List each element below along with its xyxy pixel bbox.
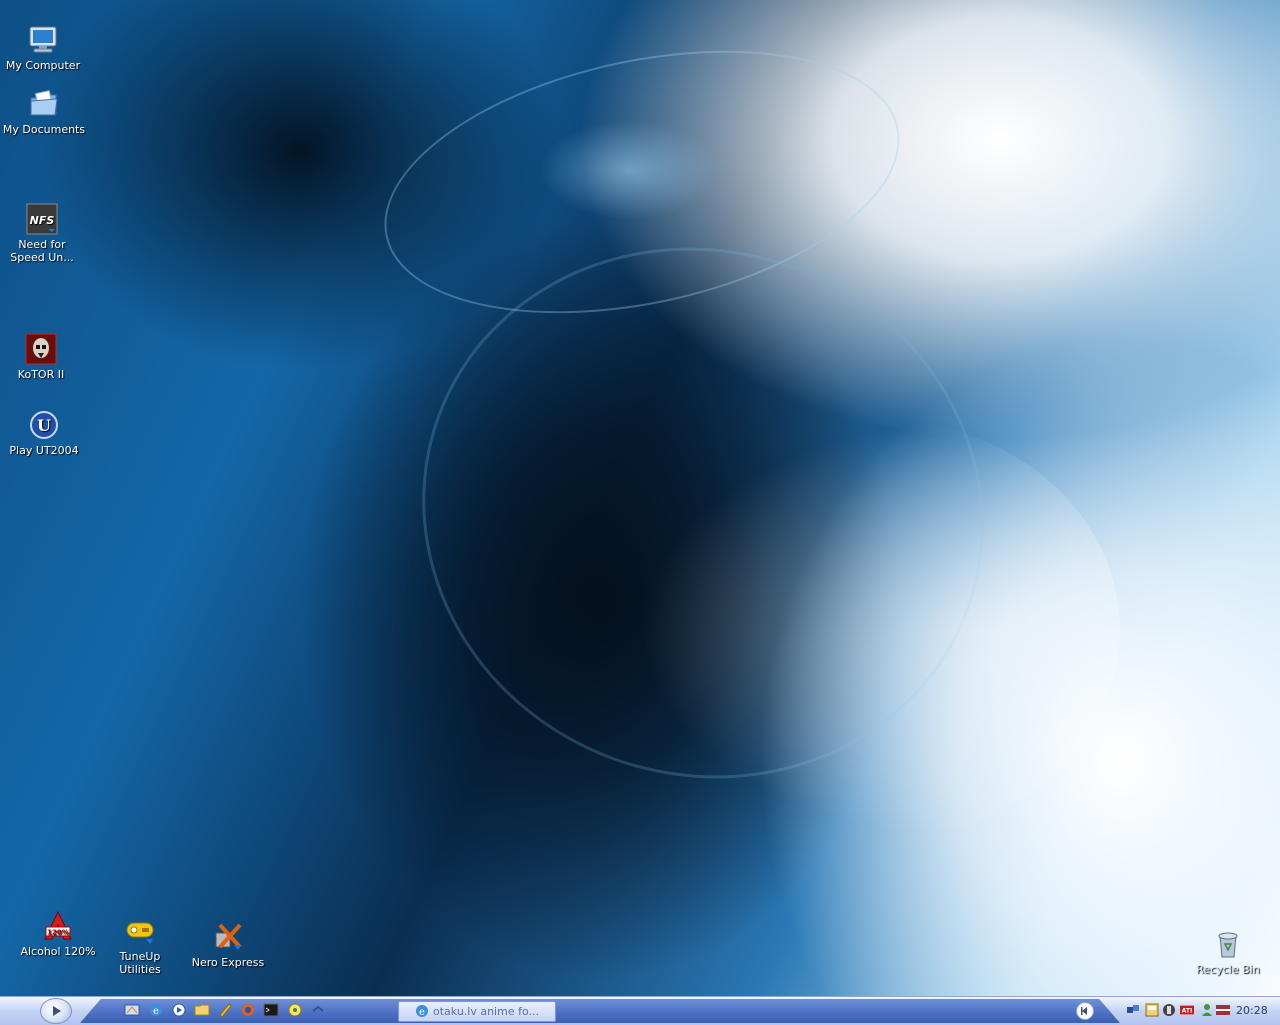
- desktop-icon-my-computer[interactable]: My Computer: [1, 24, 85, 72]
- icon-label: Play UT2004: [9, 444, 79, 457]
- taskbar-window-button[interactable]: e otaku.lv anime fo...: [398, 1001, 556, 1022]
- ati-icon[interactable]: ATI: [1180, 1003, 1194, 1017]
- wallpaper-swirl: [540, 120, 720, 220]
- desktop-icon-play-ut2004[interactable]: U Play UT2004: [2, 409, 86, 457]
- latvian-flag-icon[interactable]: [1216, 1003, 1230, 1017]
- taskbar-band: [80, 999, 1120, 1023]
- icon-label: Alcohol 120%: [20, 945, 96, 958]
- desktop-icon-nero-express[interactable]: Nero Express: [186, 921, 270, 969]
- alcohol-120-icon: 120%: [44, 910, 72, 940]
- folder-icon[interactable]: [194, 1002, 210, 1018]
- hardware-icon[interactable]: [1162, 1003, 1176, 1017]
- firefox-icon[interactable]: [240, 1002, 256, 1018]
- icon-label: My Documents: [2, 123, 86, 136]
- recycle-bin-icon: [1218, 932, 1238, 958]
- messenger-icon[interactable]: [287, 1002, 303, 1018]
- messenger-status-icon[interactable]: [1200, 1003, 1214, 1017]
- svg-text:e: e: [419, 1007, 425, 1018]
- icon-label: Utilities: [119, 963, 161, 976]
- wallpaper-swirl: [640, 420, 1120, 840]
- media-player-icon[interactable]: [171, 1002, 187, 1018]
- desktop-icon-need-for-speed[interactable]: NFS Need for Speed Un...: [0, 203, 84, 264]
- ut-badge-text: U: [37, 416, 51, 435]
- kotor-game-icon: [25, 333, 57, 365]
- security-icon[interactable]: [1145, 1003, 1159, 1017]
- tray-expand-button[interactable]: [1076, 1002, 1094, 1020]
- desktop-icon-kotor-ii[interactable]: KoTOR II: [0, 333, 83, 381]
- terminal-icon[interactable]: [263, 1002, 279, 1018]
- start-button[interactable]: [40, 998, 72, 1024]
- desktop-icon-tuneup-utilities[interactable]: TuneUp Utilities: [98, 915, 182, 976]
- desktop-icon-alcohol-120[interactable]: 120% Alcohol 120%: [16, 910, 100, 958]
- icon-label: Recycle Bin: [1196, 963, 1260, 976]
- tuneup-utilities-icon: [126, 922, 154, 944]
- show-desktop-icon[interactable]: [124, 1002, 140, 1018]
- chevron-icon[interactable]: [310, 1002, 326, 1018]
- nfs-badge-text: NFS: [30, 214, 55, 227]
- icon-label: Speed Un...: [10, 251, 74, 264]
- desktop-icon-recycle-bin[interactable]: Recycle Bin: [1186, 928, 1270, 976]
- computer-icon: [29, 26, 57, 53]
- icon-label: TuneUp: [119, 950, 161, 963]
- taskbar-window-title: otaku.lv anime fo...: [433, 1005, 539, 1018]
- desktop-icon-my-documents[interactable]: My Documents: [2, 88, 86, 136]
- wallpaper-swirl: [347, 169, 1059, 857]
- documents-folder-icon: [30, 90, 58, 116]
- icon-label: My Computer: [5, 59, 81, 72]
- icon-label: Nero Express: [191, 956, 265, 969]
- internet-explorer-icon[interactable]: e: [148, 1002, 164, 1018]
- skip-back-icon: [1081, 1007, 1087, 1015]
- nfs-game-icon: NFS: [26, 203, 58, 235]
- unreal-tournament-icon: U: [30, 411, 58, 439]
- system-clock[interactable]: 20:28: [1236, 997, 1268, 1025]
- desktop[interactable]: My Computer My Documents NFS Need for Sp…: [0, 0, 1280, 996]
- network-icon[interactable]: [1126, 1003, 1140, 1017]
- play-icon: [53, 1006, 61, 1016]
- icon-label: Need for: [18, 238, 66, 251]
- taskbar[interactable]: e e otaku.lv anime fo... ATI 20:28: [0, 996, 1280, 1025]
- svg-text:ATI: ATI: [1182, 1008, 1193, 1015]
- wallpaper-swirl: [360, 8, 924, 356]
- svg-text:e: e: [153, 1006, 159, 1017]
- internet-explorer-icon: e: [416, 1005, 428, 1018]
- pencil-icon[interactable]: [217, 1002, 233, 1018]
- alcohol-badge-text: 120%: [47, 929, 69, 937]
- nero-express-icon: [215, 923, 242, 950]
- icon-label: KoTOR II: [17, 368, 65, 381]
